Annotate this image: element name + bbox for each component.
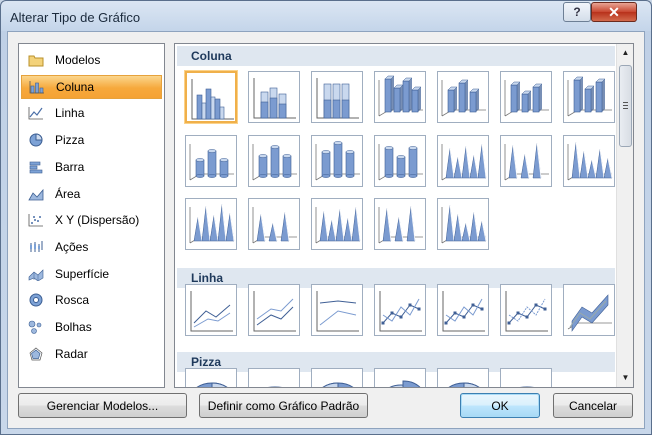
- chart-category-label: Bolhas: [55, 320, 92, 334]
- chart-category-label: X Y (Dispersão): [55, 213, 140, 228]
- gallery-scrollbar[interactable]: ▲ ▼: [616, 44, 633, 387]
- chart-category-item[interactable]: Ações: [21, 235, 162, 259]
- chart-category-label: Modelos: [55, 53, 101, 67]
- ok-button[interactable]: OK: [460, 393, 540, 418]
- chart-subtype-thumbnail[interactable]: [500, 368, 552, 387]
- stock-chart-icon: [27, 239, 45, 255]
- chart-subtype-thumbnail[interactable]: [563, 284, 615, 336]
- chart-category-label: Barra: [55, 159, 85, 174]
- bubble-chart-icon: [27, 319, 45, 335]
- chart-category-item[interactable]: Rosca: [21, 288, 162, 312]
- chart-subtype-thumbnail[interactable]: [374, 284, 426, 336]
- help-button[interactable]: ?: [563, 2, 591, 22]
- chart-subtype-thumbnail[interactable]: [563, 71, 615, 123]
- section-header-coluna: Coluna: [177, 46, 615, 66]
- chart-category-item[interactable]: Coluna: [21, 74, 162, 99]
- area-chart-icon: [27, 186, 45, 202]
- chart-subtype-thumbnail[interactable]: [374, 71, 426, 123]
- bar-chart-icon: [27, 159, 45, 175]
- scatter-chart-icon: [27, 212, 45, 228]
- chart-category-label: Área: [55, 186, 81, 201]
- chart-category-item[interactable]: Bolhas: [21, 315, 162, 339]
- line-chart-icon: [27, 105, 45, 121]
- chart-subtype-thumbnail[interactable]: [500, 71, 552, 123]
- chart-category-label: Linha: [55, 106, 85, 121]
- chart-category-list[interactable]: Modelos Coluna Linha Pizza Barra Área X Y (Dis…: [18, 43, 165, 388]
- close-icon: ✕: [608, 3, 620, 20]
- cancel-button[interactable]: Cancelar: [553, 393, 633, 418]
- chart-category-label: Radar: [55, 346, 88, 361]
- chart-category-item[interactable]: Barra: [21, 155, 162, 179]
- dialog-title: Alterar Tipo de Gráfico: [10, 10, 141, 25]
- chart-subtype-gallery[interactable]: Coluna Linha Pizza ▲ ▼: [174, 43, 634, 388]
- chart-category-label: Rosca: [55, 293, 90, 308]
- chart-subtype-thumbnail[interactable]: [185, 71, 237, 123]
- dialog-body: Modelos Coluna Linha Pizza Barra Área X Y (Dis…: [7, 31, 645, 429]
- folder-icon: [27, 52, 45, 68]
- chart-category-item[interactable]: Modelos: [21, 48, 162, 72]
- chart-subtype-thumbnail[interactable]: [311, 198, 363, 250]
- chart-subtype-thumbnail[interactable]: [248, 135, 300, 187]
- chart-category-item[interactable]: Área: [21, 182, 162, 206]
- radar-chart-icon: [27, 346, 45, 362]
- scroll-up-icon[interactable]: ▲: [617, 44, 633, 61]
- chart-category-item[interactable]: Pizza: [21, 128, 162, 152]
- column-chart-icon: [28, 79, 46, 95]
- chart-subtype-thumbnail[interactable]: [563, 135, 615, 187]
- chart-subtype-thumbnail[interactable]: [248, 71, 300, 123]
- manage-templates-button[interactable]: Gerenciar Modelos...: [18, 393, 187, 418]
- chart-subtype-thumbnail[interactable]: [374, 135, 426, 187]
- chart-category-item[interactable]: Linha: [21, 101, 162, 125]
- scroll-down-icon[interactable]: ▼: [617, 369, 633, 386]
- chart-category-label: Coluna: [56, 79, 95, 94]
- help-icon: ?: [573, 5, 581, 19]
- chart-subtype-thumbnail[interactable]: [311, 71, 363, 123]
- scrollbar-thumb[interactable]: [619, 65, 632, 147]
- chart-subtype-thumbnail[interactable]: [374, 368, 426, 387]
- chart-subtype-thumbnail[interactable]: [248, 198, 300, 250]
- chart-subtype-thumbnail[interactable]: [185, 135, 237, 187]
- chart-subtype-thumbnail[interactable]: [437, 368, 489, 387]
- chart-subtype-thumbnail[interactable]: [185, 284, 237, 336]
- chart-subtype-thumbnail[interactable]: [437, 198, 489, 250]
- title-bar[interactable]: Alterar Tipo de Gráfico ? ✕: [1, 1, 651, 31]
- chart-subtype-thumbnail[interactable]: [437, 284, 489, 336]
- close-button[interactable]: ✕: [591, 2, 637, 22]
- chart-category-item[interactable]: X Y (Dispersão): [21, 208, 162, 232]
- chart-subtype-thumbnail[interactable]: [437, 135, 489, 187]
- set-default-chart-button[interactable]: Definir como Gráfico Padrão: [199, 393, 368, 418]
- doughnut-chart-icon: [27, 292, 45, 308]
- dialog-window: Alterar Tipo de Gráfico ? ✕ Modelos Colun…: [0, 0, 652, 435]
- chart-category-label: Ações: [55, 239, 89, 254]
- chart-subtype-thumbnail[interactable]: [500, 135, 552, 187]
- chart-subtype-thumbnail[interactable]: [311, 135, 363, 187]
- chart-subtype-thumbnail[interactable]: [437, 71, 489, 123]
- pie-chart-icon: [27, 132, 45, 148]
- chart-subtype-thumbnail[interactable]: [374, 198, 426, 250]
- surface-chart-icon: [27, 266, 45, 282]
- chart-subtype-thumbnail[interactable]: [248, 368, 300, 387]
- chart-subtype-thumbnail[interactable]: [248, 284, 300, 336]
- chart-subtype-thumbnail[interactable]: [311, 368, 363, 387]
- chart-subtype-thumbnail[interactable]: [311, 284, 363, 336]
- chart-subtype-thumbnail[interactable]: [185, 198, 237, 250]
- chart-subtype-thumbnail[interactable]: [185, 368, 237, 387]
- chart-category-item[interactable]: Superfície: [21, 262, 162, 286]
- chart-category-item[interactable]: Radar: [21, 342, 162, 366]
- chart-subtype-thumbnail[interactable]: [500, 284, 552, 336]
- chart-category-label: Pizza: [55, 133, 85, 148]
- chart-category-label: Superfície: [55, 266, 110, 281]
